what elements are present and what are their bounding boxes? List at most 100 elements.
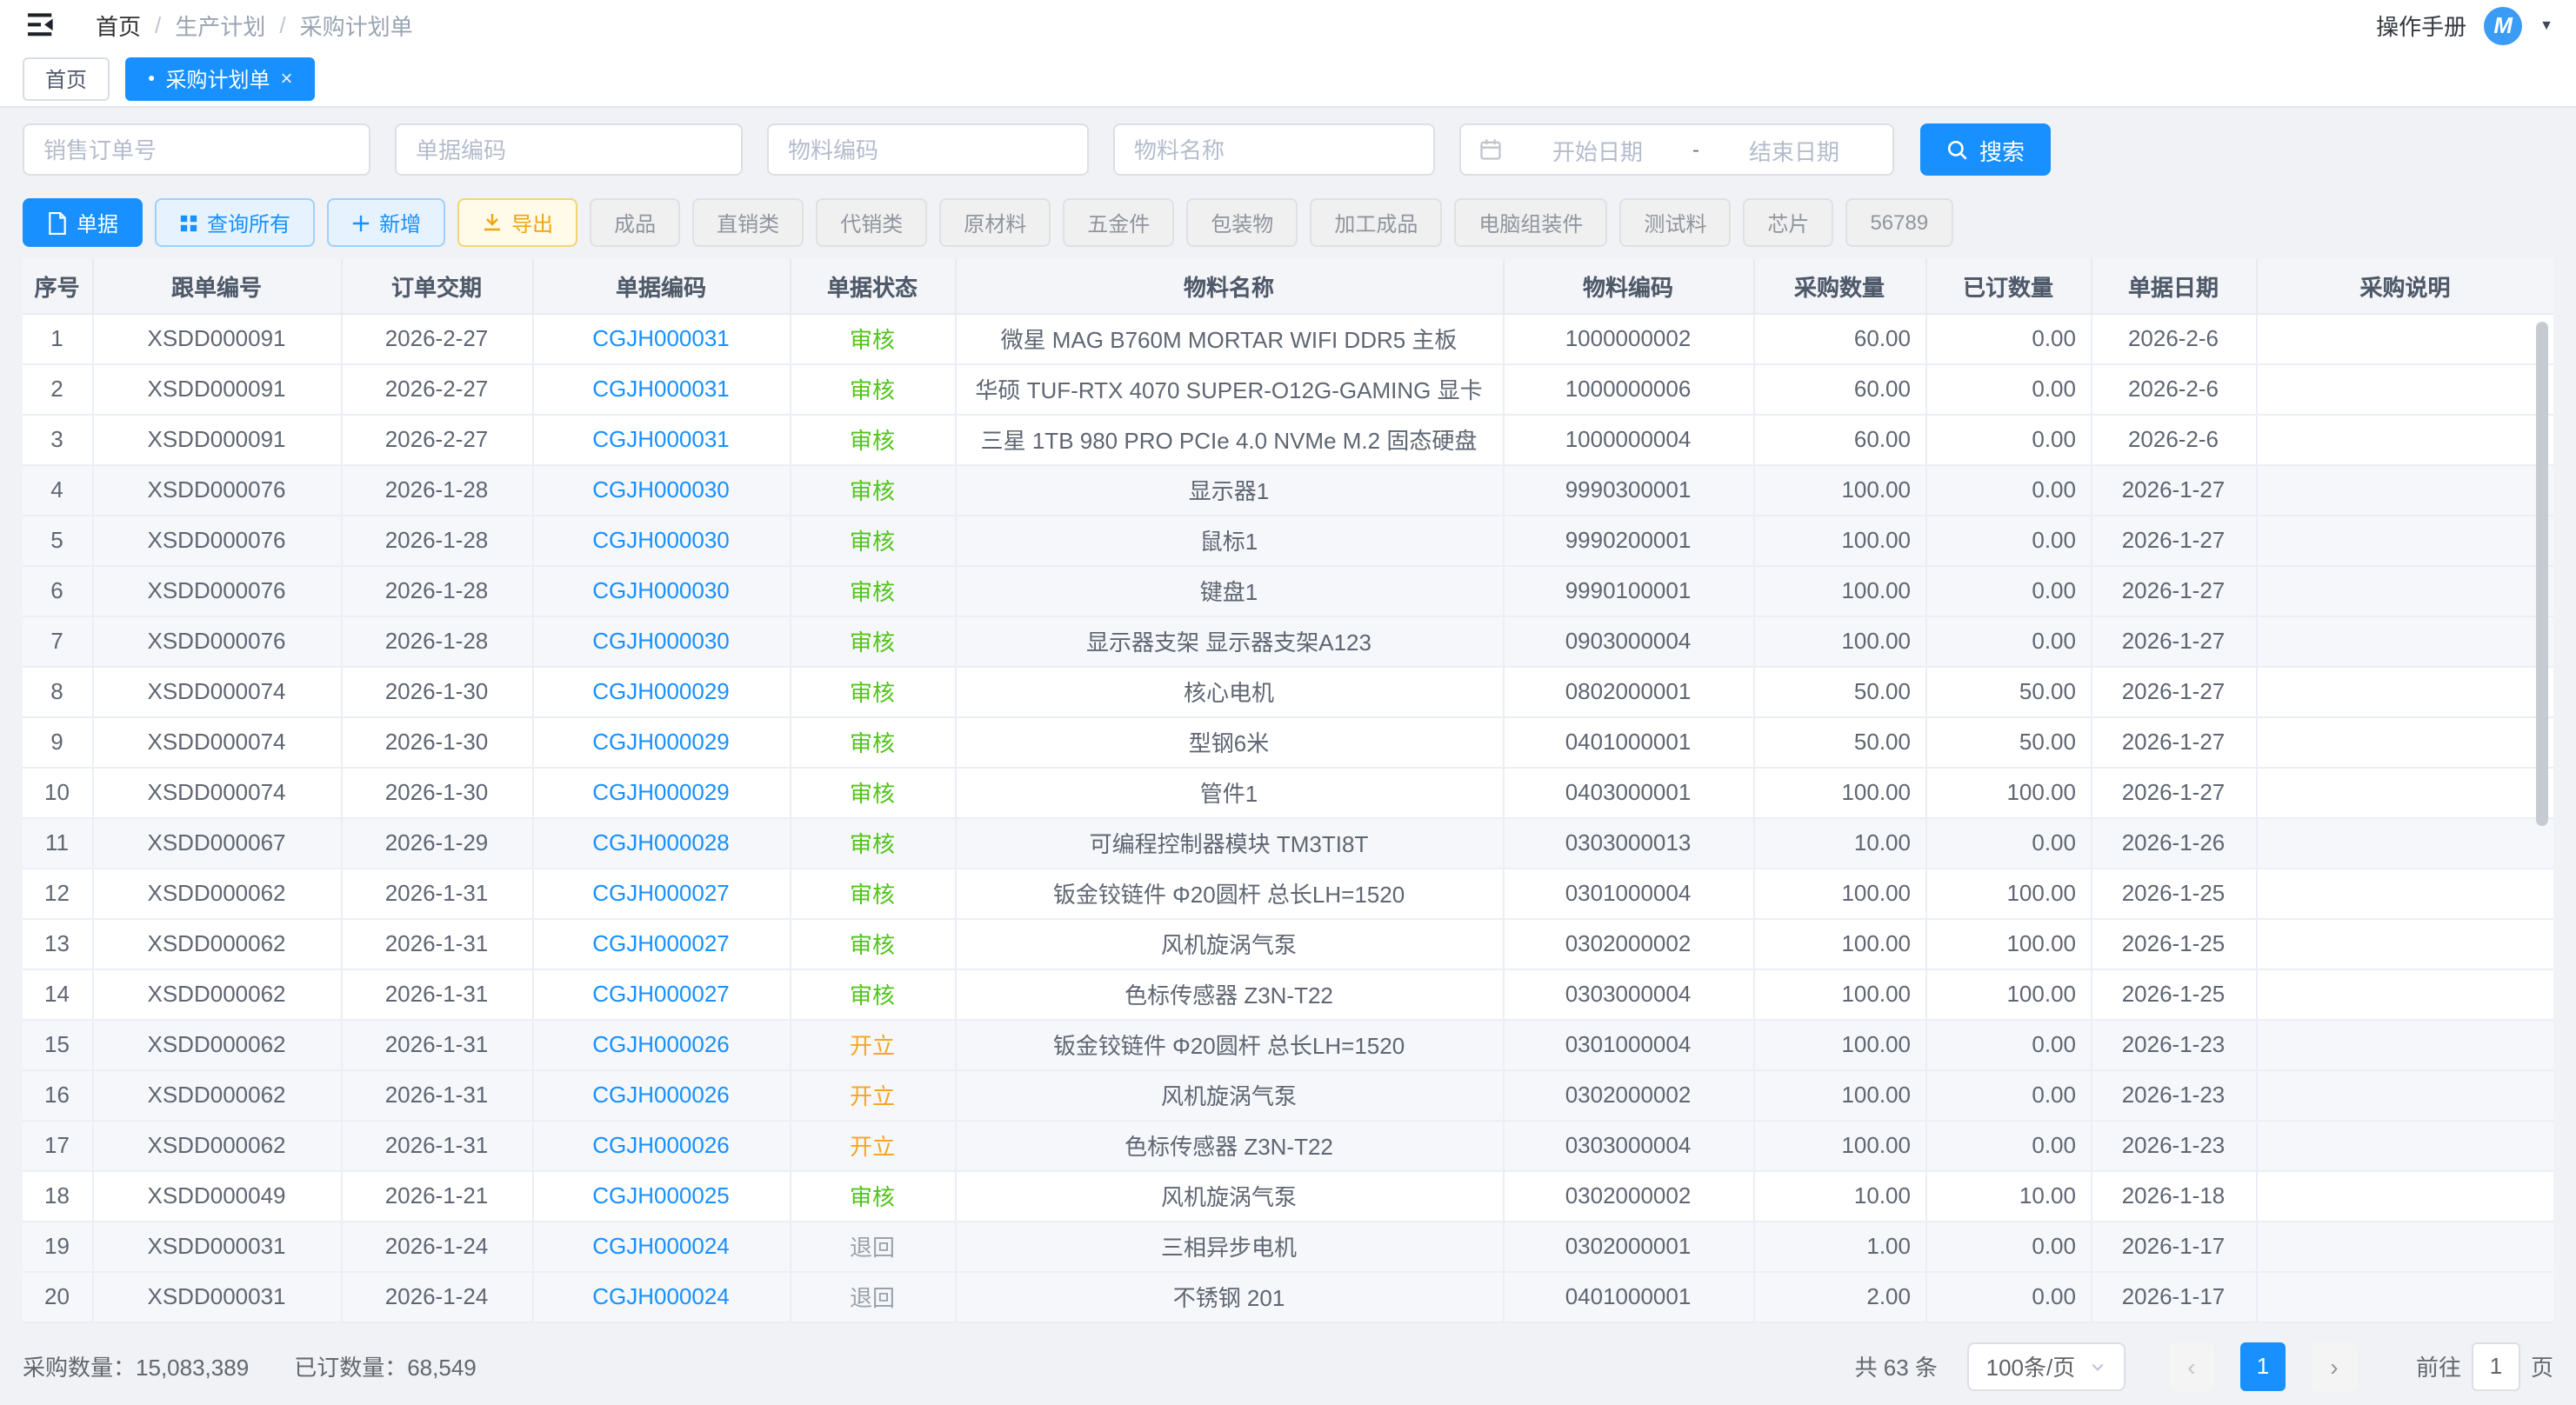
doc-code-link[interactable]: CGJH000028 xyxy=(592,829,730,856)
breadcrumb-production-plan[interactable]: 生产计划 xyxy=(175,9,265,42)
doc-code-link[interactable]: CGJH000029 xyxy=(592,729,730,755)
cell-ordered-qty: 50.00 xyxy=(1925,666,2091,716)
category-button-hardware[interactable]: 五金件 xyxy=(1063,198,1174,247)
material-name-input[interactable] xyxy=(1113,123,1435,176)
avatar[interactable]: M xyxy=(2484,6,2522,44)
doc-code-link[interactable]: CGJH000030 xyxy=(592,527,730,553)
date-range-picker[interactable]: 开始日期 - 结束日期 xyxy=(1459,123,1894,176)
cell-purchase-qty: 100.00 xyxy=(1753,515,1925,565)
doc-code-link[interactable]: CGJH000025 xyxy=(592,1182,730,1209)
cell-purchase-qty: 100.00 xyxy=(1753,1069,1925,1120)
cell-delivery-date: 2026-1-30 xyxy=(341,716,532,767)
col-material-code: 物料编码 xyxy=(1503,259,1753,313)
doc-code-link[interactable]: CGJH000027 xyxy=(592,930,730,956)
doc-code-link[interactable]: CGJH000026 xyxy=(592,1031,730,1057)
tab-home[interactable]: 首页 xyxy=(23,57,110,100)
category-button-56789[interactable]: 56789 xyxy=(1845,198,1952,247)
doc-code-link[interactable]: CGJH000026 xyxy=(592,1132,730,1158)
export-button[interactable]: 导出 xyxy=(457,198,577,247)
cell-purchase-qty: 50.00 xyxy=(1753,716,1925,767)
doc-code-link[interactable]: CGJH000026 xyxy=(592,1082,730,1108)
add-button[interactable]: 新增 xyxy=(327,198,445,247)
cell-seq: 10 xyxy=(23,767,92,817)
user-menu-caret-icon[interactable]: ▼ xyxy=(2539,17,2553,33)
category-button-packaging[interactable]: 包装物 xyxy=(1186,198,1298,247)
doc-code-link[interactable]: CGJH000030 xyxy=(592,628,730,654)
doc-button[interactable]: 单据 xyxy=(23,198,143,247)
doc-code-link[interactable]: CGJH000031 xyxy=(592,325,730,351)
table-row: 18XSDD0000492026-1-21CGJH000025审核风机旋涡气泵0… xyxy=(23,1170,2553,1221)
cell-tracking-no: XSDD000067 xyxy=(92,817,341,868)
cell-doc-date: 2026-1-17 xyxy=(2091,1271,2256,1322)
doc-code-link[interactable]: CGJH000030 xyxy=(592,476,730,503)
table-row: 3XSDD0000912026-2-27CGJH000031审核三星 1TB 9… xyxy=(23,414,2553,464)
close-icon[interactable]: × xyxy=(281,68,293,89)
cell-material-name: 不锈钢 201 xyxy=(955,1271,1503,1322)
cell-purchase-qty: 100.00 xyxy=(1753,1120,1925,1170)
cell-delivery-date: 2026-1-31 xyxy=(341,1019,532,1069)
category-button-finished[interactable]: 成品 xyxy=(590,198,680,247)
cell-tracking-no: XSDD000074 xyxy=(92,767,341,817)
cell-remark xyxy=(2256,414,2553,464)
vertical-scrollbar[interactable] xyxy=(2536,322,2548,826)
next-page-button[interactable]: › xyxy=(2312,1342,2357,1390)
col-doc-status: 单据状态 xyxy=(790,259,955,313)
cell-seq: 9 xyxy=(23,716,92,767)
breadcrumb-separator: / xyxy=(279,12,285,38)
cell-purchase-qty: 100.00 xyxy=(1753,969,1925,1019)
cell-material-code: 1000000006 xyxy=(1503,363,1753,414)
table-row: 14XSDD0000622026-1-31CGJH000027审核色标传感器 Z… xyxy=(23,969,2553,1019)
cell-material-name: 鼠标1 xyxy=(955,515,1503,565)
manual-link[interactable]: 操作手册 xyxy=(2376,9,2466,42)
cell-doc-status: 审核 xyxy=(790,716,955,767)
cell-ordered-qty: 0.00 xyxy=(1925,1120,2091,1170)
doc-code-input[interactable] xyxy=(395,123,743,176)
sales-order-input[interactable] xyxy=(23,123,370,176)
category-button-consignment[interactable]: 代销类 xyxy=(816,198,927,247)
active-dot-icon: ● xyxy=(148,72,155,84)
cell-doc-code: CGJH000024 xyxy=(532,1221,790,1271)
tab-purchase-plan[interactable]: ● 采购计划单 × xyxy=(125,57,316,100)
goto-page-input[interactable] xyxy=(2472,1342,2520,1390)
cell-material-name: 微星 MAG B760M MORTAR WIFI DDR5 主板 xyxy=(955,313,1503,363)
cell-material-code: 9990100001 xyxy=(1503,565,1753,616)
doc-code-link[interactable]: CGJH000024 xyxy=(592,1233,730,1259)
material-code-input[interactable] xyxy=(767,123,1089,176)
doc-code-link[interactable]: CGJH000029 xyxy=(592,678,730,704)
cell-doc-code: CGJH000031 xyxy=(532,313,790,363)
table-body: 1XSDD0000912026-2-27CGJH000031审核微星 MAG B… xyxy=(23,313,2553,1322)
doc-code-link[interactable]: CGJH000027 xyxy=(592,880,730,906)
page-size-select[interactable]: 100条/页 xyxy=(1967,1342,2126,1390)
cell-doc-code: CGJH000026 xyxy=(532,1019,790,1069)
doc-code-link[interactable]: CGJH000024 xyxy=(592,1283,730,1309)
doc-code-link[interactable]: CGJH000029 xyxy=(592,779,730,805)
query-all-button[interactable]: 查询所有 xyxy=(155,198,315,247)
doc-code-link[interactable]: CGJH000030 xyxy=(592,577,730,603)
prev-page-button[interactable]: ‹ xyxy=(2169,1342,2214,1390)
button-label: 代销类 xyxy=(840,208,903,237)
cell-material-code: 0302000002 xyxy=(1503,918,1753,969)
category-button-processed[interactable]: 加工成品 xyxy=(1310,198,1442,247)
cell-purchase-qty: 60.00 xyxy=(1753,414,1925,464)
breadcrumb-home[interactable]: 首页 xyxy=(96,9,141,42)
doc-code-link[interactable]: CGJH000031 xyxy=(592,376,730,402)
current-page-button[interactable]: 1 xyxy=(2240,1342,2286,1390)
breadcrumb-current-page: 采购计划单 xyxy=(300,9,413,42)
category-button-test-material[interactable]: 测试料 xyxy=(1619,198,1731,247)
category-button-chip[interactable]: 芯片 xyxy=(1743,198,1833,247)
cell-ordered-qty: 0.00 xyxy=(1925,1271,2091,1322)
doc-code-link[interactable]: CGJH000031 xyxy=(592,426,730,452)
cell-ordered-qty: 0.00 xyxy=(1925,1221,2091,1271)
cell-tracking-no: XSDD000031 xyxy=(92,1271,341,1322)
category-button-raw-material[interactable]: 原材料 xyxy=(939,198,1051,247)
doc-code-link[interactable]: CGJH000027 xyxy=(592,981,730,1007)
category-button-direct-sale[interactable]: 直销类 xyxy=(692,198,804,247)
cell-purchase-qty: 100.00 xyxy=(1753,868,1925,918)
search-button[interactable]: 搜索 xyxy=(1920,123,2051,176)
cell-purchase-qty: 50.00 xyxy=(1753,666,1925,716)
cell-ordered-qty: 100.00 xyxy=(1925,868,2091,918)
category-button-computer-parts[interactable]: 电脑组装件 xyxy=(1454,198,1607,247)
cell-purchase-qty: 60.00 xyxy=(1753,363,1925,414)
sidebar-collapse-icon[interactable] xyxy=(23,8,57,43)
cell-material-name: 三星 1TB 980 PRO PCIe 4.0 NVMe M.2 固态硬盘 xyxy=(955,414,1503,464)
